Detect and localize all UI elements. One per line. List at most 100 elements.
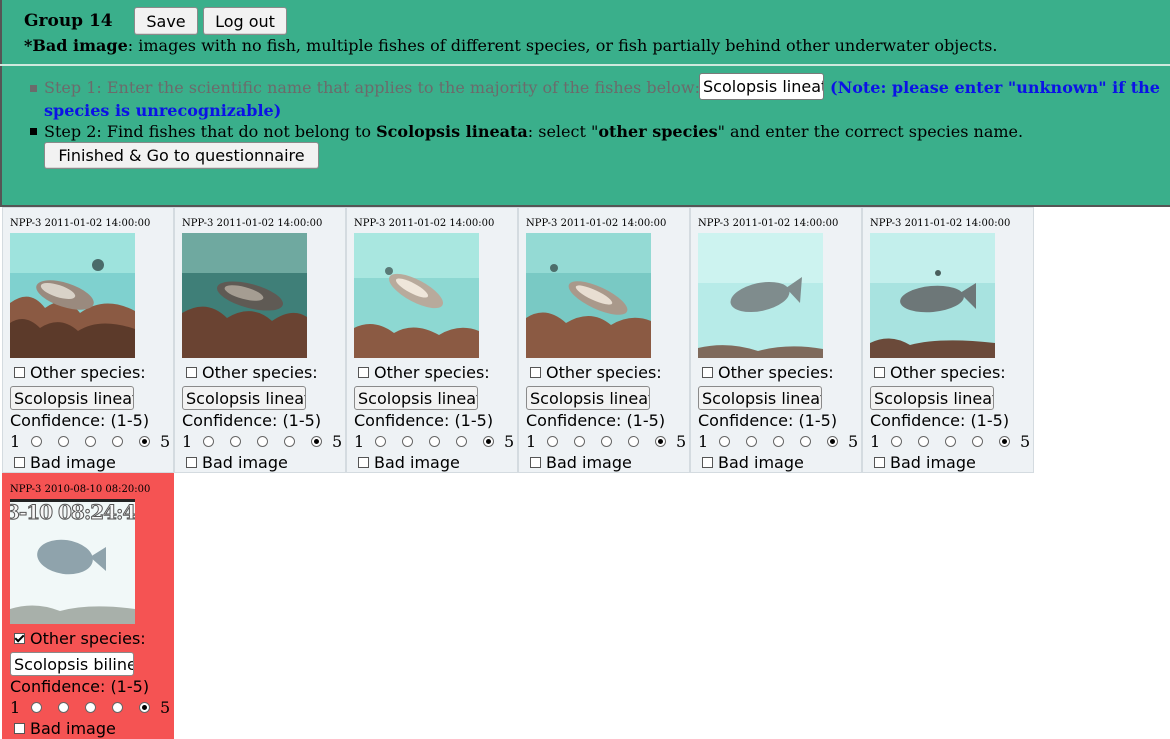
confidence-radio-4[interactable] (800, 436, 811, 447)
confidence-radio-2[interactable] (746, 436, 757, 447)
save-button[interactable]: Save (134, 7, 198, 35)
confidence-radio-group: 1 5 (870, 432, 1030, 451)
other-species-input[interactable]: Scolopsis lineata (870, 386, 994, 410)
other-species-input[interactable]: Scolopsis lineata (10, 386, 134, 410)
other-species-label: Other species: (890, 363, 1006, 382)
bad-image-row: Bad image (10, 453, 116, 472)
bad-image-label: Bad image (546, 453, 632, 472)
confidence-radio-4[interactable] (456, 436, 467, 447)
other-species-input[interactable]: Scolopsis lineata (698, 386, 822, 410)
confidence-radio-4[interactable] (284, 436, 295, 447)
confidence-radio-5[interactable] (139, 436, 150, 447)
bad-image-checkbox[interactable] (530, 457, 541, 468)
species-name-input[interactable]: Scolopsis lineata (699, 73, 824, 100)
step2-suffix: " and enter the correct species name. (717, 122, 1024, 141)
confidence-radio-1[interactable] (375, 436, 386, 447)
confidence-radio-2[interactable] (58, 436, 69, 447)
confidence-radio-2[interactable] (402, 436, 413, 447)
confidence-radio-3[interactable] (85, 702, 96, 713)
image-meta: NPP-3 2011-01-02 14:00:00 (182, 218, 323, 229)
other-species-checkbox[interactable] (358, 367, 369, 378)
confidence-radio-5[interactable] (483, 436, 494, 447)
image-meta: NPP-3 2011-01-02 14:00:00 (698, 218, 839, 229)
other-species-input[interactable]: Scolopsis lineata (182, 386, 306, 410)
bad-image-checkbox[interactable] (358, 457, 369, 468)
confidence-radio-1[interactable] (31, 702, 42, 713)
logout-button[interactable]: Log out (203, 7, 287, 35)
other-species-label: Other species: (546, 363, 662, 382)
bad-image-row: Bad image (354, 453, 460, 472)
confidence-radio-1[interactable] (203, 436, 214, 447)
confidence-radio-2[interactable] (918, 436, 929, 447)
other-species-checkbox[interactable] (14, 367, 25, 378)
confidence-radio-4[interactable] (112, 702, 123, 713)
confidence-radio-3[interactable] (85, 436, 96, 447)
confidence-radio-1[interactable] (891, 436, 902, 447)
confidence-radio-5[interactable] (655, 436, 666, 447)
fish-card-5: NPP-3 2011-01-02 14:00:00 Other species:… (690, 207, 862, 473)
bad-image-label: Bad image (890, 453, 976, 472)
confidence-min-label: 1 (182, 432, 193, 451)
confidence-radio-2[interactable] (230, 436, 241, 447)
bad-image-checkbox[interactable] (14, 457, 25, 468)
confidence-min-label: 1 (10, 698, 21, 717)
confidence-min-label: 1 (10, 432, 21, 451)
fish-thumbnail[interactable] (698, 233, 823, 358)
other-species-checkbox[interactable] (530, 367, 541, 378)
confidence-radio-3[interactable] (945, 436, 956, 447)
confidence-min-label: 1 (870, 432, 881, 451)
other-species-input[interactable]: Scolopsis lineata (354, 386, 478, 410)
confidence-radio-5[interactable] (999, 436, 1010, 447)
fish-thumbnail[interactable]: 3-10 08:24:49 (10, 499, 135, 624)
step2-middle: : select " (527, 122, 599, 141)
confidence-radio-3[interactable] (601, 436, 612, 447)
confidence-radio-3[interactable] (773, 436, 784, 447)
confidence-radio-4[interactable] (112, 436, 123, 447)
confidence-radio-4[interactable] (972, 436, 983, 447)
step2-option: other species (598, 122, 718, 141)
confidence-radio-5[interactable] (827, 436, 838, 447)
other-species-row: Other species: (870, 363, 1006, 382)
bad-image-row: Bad image (182, 453, 288, 472)
other-species-input[interactable]: Scolopsis bilineata (10, 652, 134, 676)
bad-image-definition: : images with no fish, multiple fishes o… (127, 36, 998, 55)
step1-note-line1: (Note: please enter "unknown" if the (830, 78, 1160, 97)
fish-thumbnail[interactable] (526, 233, 651, 358)
other-species-input[interactable]: Scolopsis lineata (526, 386, 650, 410)
confidence-max-label: 5 (160, 432, 171, 451)
other-species-checkbox[interactable] (874, 367, 885, 378)
confidence-radio-1[interactable] (719, 436, 730, 447)
other-species-label: Other species: (30, 363, 146, 382)
finish-questionnaire-button[interactable]: Finished & Go to questionnaire (44, 142, 319, 169)
confidence-radio-3[interactable] (429, 436, 440, 447)
other-species-checkbox[interactable] (186, 367, 197, 378)
confidence-radio-2[interactable] (574, 436, 585, 447)
step2-text: Step 2: Find fishes that do not belong t… (44, 122, 1023, 141)
confidence-radio-4[interactable] (628, 436, 639, 447)
fish-thumbnail[interactable] (182, 233, 307, 358)
confidence-min-label: 1 (698, 432, 709, 451)
bad-image-checkbox[interactable] (874, 457, 885, 468)
confidence-radio-5[interactable] (139, 702, 150, 713)
fish-thumbnail[interactable] (10, 233, 135, 358)
other-species-checkbox[interactable] (702, 367, 713, 378)
bad-image-checkbox[interactable] (186, 457, 197, 468)
other-species-label: Other species: (202, 363, 318, 382)
bad-image-checkbox[interactable] (14, 723, 25, 734)
other-species-checkbox[interactable] (14, 633, 25, 644)
image-meta: NPP-3 2011-01-02 14:00:00 (526, 218, 667, 229)
confidence-radio-1[interactable] (547, 436, 558, 447)
bad-image-checkbox[interactable] (702, 457, 713, 468)
confidence-radio-1[interactable] (31, 436, 42, 447)
confidence-radio-3[interactable] (257, 436, 268, 447)
confidence-label: Confidence: (1-5) (10, 677, 150, 696)
group-label: Group 14 (24, 11, 113, 31)
fish-card-6: NPP-3 2011-01-02 14:00:00 Other species:… (862, 207, 1034, 473)
bad-image-row: Bad image (526, 453, 632, 472)
confidence-radio-5[interactable] (311, 436, 322, 447)
fish-thumbnail[interactable] (354, 233, 479, 358)
confidence-radio-2[interactable] (58, 702, 69, 713)
other-species-row: Other species: (10, 629, 146, 648)
confidence-radio-group: 1 5 (10, 698, 170, 717)
fish-thumbnail[interactable] (870, 233, 995, 358)
